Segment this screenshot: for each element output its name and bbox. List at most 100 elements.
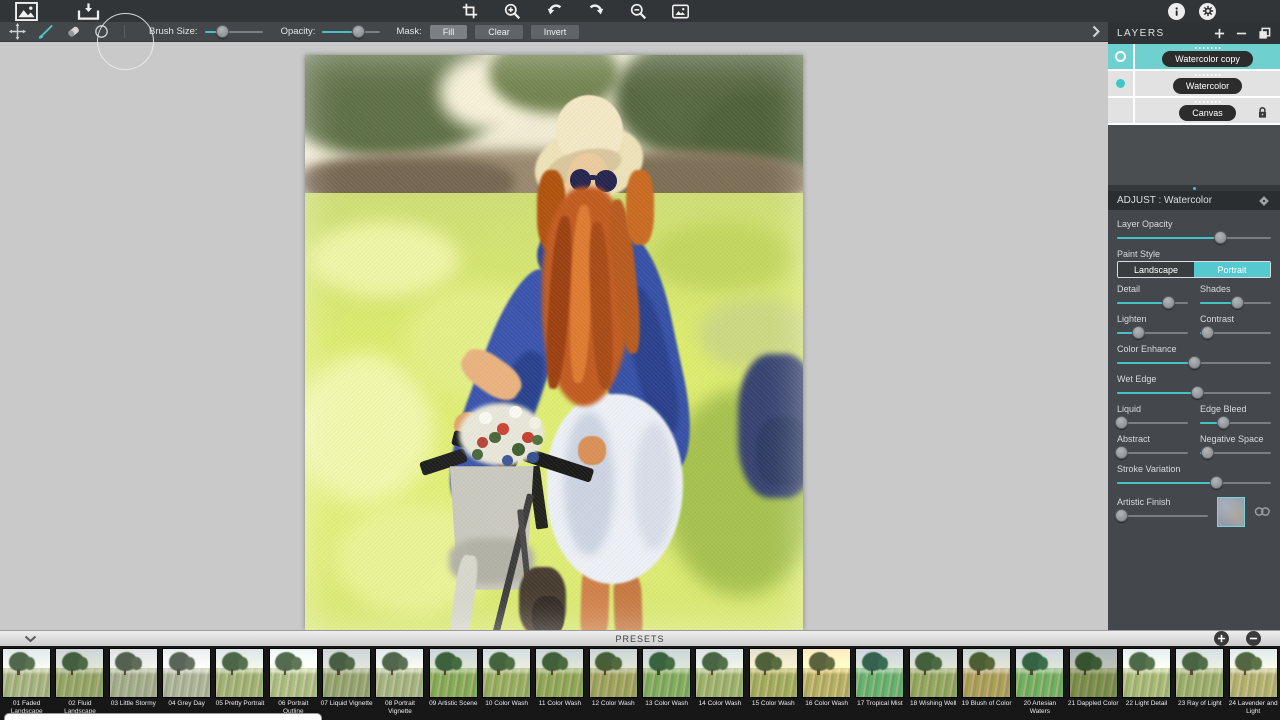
reset-badge-icon[interactable] <box>1257 194 1271 208</box>
paint-style-portrait-button[interactable]: Portrait <box>1194 262 1270 277</box>
remove-preset-button[interactable] <box>1246 631 1261 646</box>
preset-thumbnail[interactable] <box>535 648 584 698</box>
preset-item-24[interactable]: 24 Lavender and Light <box>1227 646 1280 720</box>
preset-thumbnail[interactable] <box>322 648 371 698</box>
import-image-icon[interactable] <box>76 0 100 22</box>
preset-item-15[interactable]: 15 Color Wash <box>747 646 800 720</box>
detail-slider[interactable] <box>1117 296 1188 309</box>
wet-edge-slider[interactable] <box>1117 386 1271 399</box>
duplicate-layer-icon[interactable] <box>1258 27 1271 40</box>
preset-item-08[interactable]: 08 Portrait Vignette <box>373 646 426 720</box>
preset-item-05[interactable]: 05 Pretty Portrait <box>213 646 266 720</box>
layer-row-watercolor-copy[interactable]: Watercolor copy <box>1108 44 1280 71</box>
preset-thumbnail[interactable] <box>749 648 798 698</box>
redo-icon[interactable] <box>584 0 608 22</box>
photo-library-icon[interactable] <box>14 0 38 22</box>
preset-thumbnail[interactable] <box>589 648 638 698</box>
layer-opacity-slider[interactable] <box>1117 231 1271 244</box>
preset-item-10[interactable]: 10 Color Wash <box>480 646 533 720</box>
preset-item-11[interactable]: 11 Color Wash <box>533 646 586 720</box>
layer-visibility-cell[interactable] <box>1108 44 1135 69</box>
add-preset-button[interactable] <box>1214 631 1229 646</box>
preset-item-13[interactable]: 13 Color Wash <box>640 646 693 720</box>
link-chain-icon[interactable] <box>1254 506 1271 517</box>
preset-thumbnail[interactable] <box>1069 648 1118 698</box>
preset-item-18[interactable]: 18 Wishing Well <box>907 646 960 720</box>
edge-bleed-slider[interactable] <box>1200 416 1271 429</box>
preset-item-03[interactable]: 03 Little Stormy <box>107 646 160 720</box>
visibility-ring-icon[interactable] <box>1115 51 1126 62</box>
visibility-dot-icon[interactable] <box>1116 79 1125 88</box>
liquid-slider[interactable] <box>1117 416 1188 429</box>
layer-name-pill[interactable]: Watercolor <box>1173 78 1242 94</box>
layer-name-pill[interactable]: Canvas <box>1179 105 1236 121</box>
layer-visibility-cell[interactable] <box>1108 71 1135 96</box>
remove-layer-icon[interactable] <box>1236 28 1247 39</box>
preset-thumbnail[interactable] <box>269 648 318 698</box>
preset-thumbnail[interactable] <box>375 648 424 698</box>
layer-main[interactable]: Watercolor copy <box>1135 44 1280 69</box>
layer-main[interactable]: Watercolor <box>1135 71 1280 96</box>
preset-item-23[interactable]: 23 Ray of Light <box>1173 646 1226 720</box>
contrast-slider[interactable] <box>1200 326 1271 339</box>
brush-shape-tool[interactable] <box>90 23 112 41</box>
mask-clear-button[interactable]: Clear <box>475 25 523 39</box>
preset-item-07[interactable]: 07 Liquid Vignette <box>320 646 373 720</box>
preset-thumbnail[interactable] <box>109 648 158 698</box>
preset-thumbnail[interactable] <box>162 648 211 698</box>
preset-item-17[interactable]: 17 Tropical Mist <box>853 646 906 720</box>
color-enhance-slider[interactable] <box>1117 356 1271 369</box>
preset-item-20[interactable]: 20 Artesian Waters <box>1013 646 1066 720</box>
layer-name-pill[interactable]: Watercolor copy <box>1162 51 1253 67</box>
drag-handle-dots[interactable] <box>1195 101 1221 103</box>
preset-thumbnail[interactable] <box>855 648 904 698</box>
move-tool[interactable] <box>6 23 28 41</box>
preset-thumbnail[interactable] <box>1122 648 1171 698</box>
shades-slider[interactable] <box>1200 296 1271 309</box>
preset-item-06[interactable]: 06 Portrait Outline <box>267 646 320 720</box>
paint-style-landscape-button[interactable]: Landscape <box>1118 262 1194 277</box>
zoom-in-icon[interactable] <box>500 0 524 22</box>
preset-thumbnail[interactable] <box>642 648 691 698</box>
drag-handle-dots[interactable] <box>1195 47 1221 49</box>
lighten-slider[interactable] <box>1117 326 1188 339</box>
preset-thumbnail[interactable] <box>429 648 478 698</box>
preset-item-09[interactable]: 09 Artistic Scene <box>427 646 480 720</box>
preset-item-21[interactable]: 21 Dappled Color <box>1067 646 1120 720</box>
settings-gear-icon[interactable] <box>1199 3 1216 20</box>
zoom-out-icon[interactable] <box>626 0 650 22</box>
preset-item-22[interactable]: 22 Light Detail <box>1120 646 1173 720</box>
preset-thumbnail[interactable] <box>802 648 851 698</box>
preset-item-04[interactable]: 04 Grey Day <box>160 646 213 720</box>
eraser-tool[interactable] <box>62 23 84 41</box>
preset-item-02[interactable]: 02 Fluid Landscape <box>53 646 106 720</box>
layer-main[interactable]: Canvas <box>1135 98 1280 123</box>
stroke-variation-slider[interactable] <box>1117 476 1271 489</box>
preset-thumbnail[interactable] <box>695 648 744 698</box>
panel-collapse-chevron-icon[interactable] <box>1092 25 1100 38</box>
add-layer-icon[interactable] <box>1214 28 1225 39</box>
artistic-finish-slider[interactable] <box>1117 509 1208 522</box>
preset-thumbnail[interactable] <box>909 648 958 698</box>
paint-brush-tool[interactable] <box>34 23 56 41</box>
layer-row-canvas[interactable]: Canvas <box>1108 98 1280 125</box>
preset-item-19[interactable]: 19 Blush of Color <box>960 646 1013 720</box>
preset-item-12[interactable]: 12 Color Wash <box>587 646 640 720</box>
negative-space-slider[interactable] <box>1200 446 1271 459</box>
canvas-artwork[interactable] <box>305 55 803 630</box>
preset-thumbnail[interactable] <box>482 648 531 698</box>
opacity-slider[interactable] <box>322 25 380 38</box>
abstract-slider[interactable] <box>1117 446 1188 459</box>
panel-divider[interactable] <box>1108 185 1280 191</box>
preset-thumbnail[interactable] <box>962 648 1011 698</box>
mask-fill-button[interactable]: Fill <box>430 25 468 39</box>
fit-to-screen-icon[interactable] <box>668 0 692 22</box>
preset-thumbnail[interactable] <box>1015 648 1064 698</box>
preset-thumbnail[interactable] <box>2 648 51 698</box>
layer-row-watercolor[interactable]: Watercolor <box>1108 71 1280 98</box>
artistic-finish-texture-thumbnail[interactable] <box>1217 497 1245 527</box>
layer-visibility-cell[interactable] <box>1108 98 1135 123</box>
brush-size-slider[interactable] <box>205 25 263 38</box>
drag-handle-dots[interactable] <box>1195 74 1221 76</box>
preset-thumbnail[interactable] <box>215 648 264 698</box>
